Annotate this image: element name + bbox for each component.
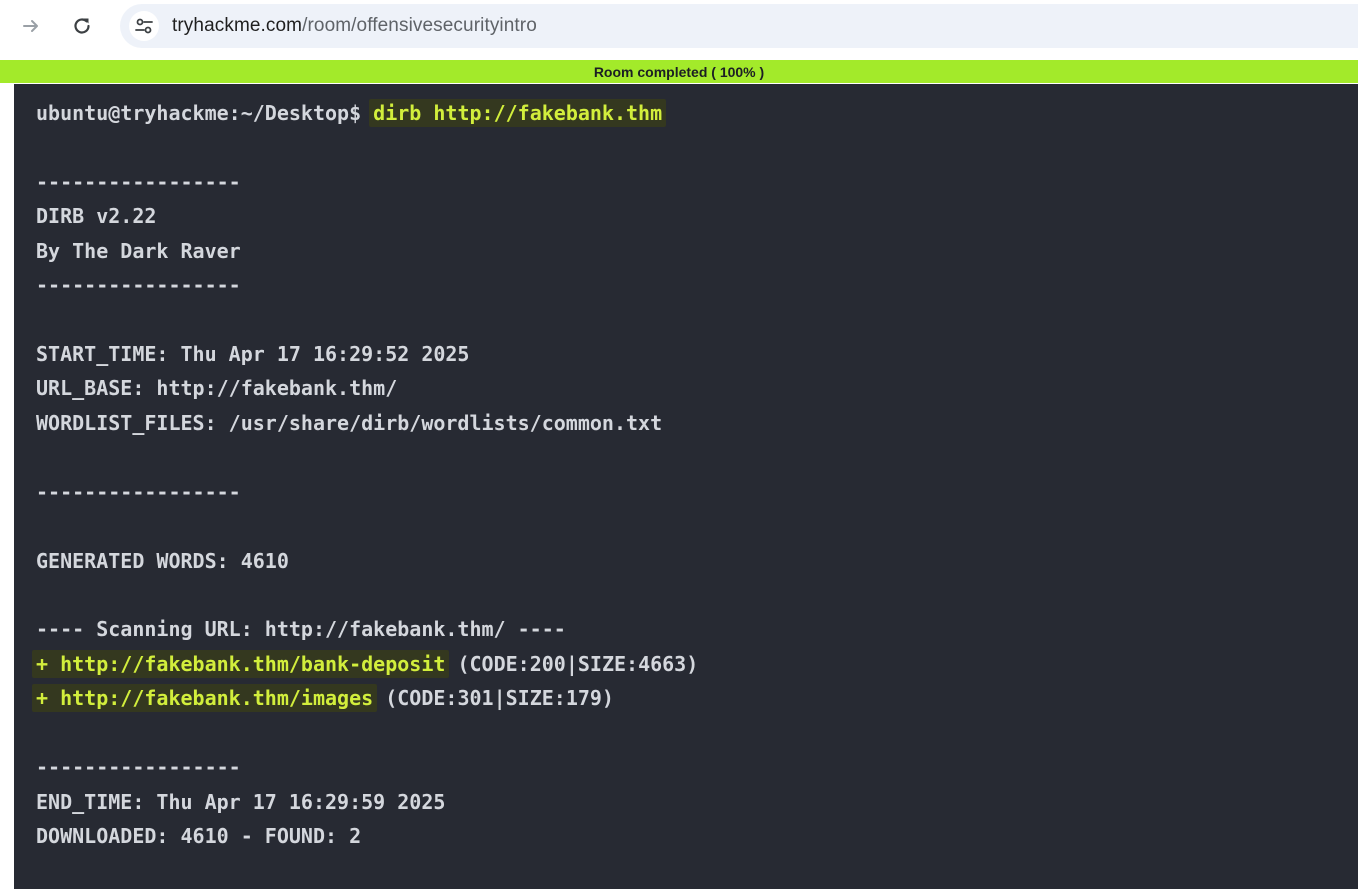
separator-line: ----------------- bbox=[36, 170, 241, 194]
result-info: (CODE:200|SIZE:4663) bbox=[445, 652, 699, 676]
separator-line: ----------------- bbox=[36, 273, 241, 297]
browser-toolbar: tryhackme.com/room/offensivesecurityintr… bbox=[0, 0, 1358, 56]
result-line: + http://fakebank.thm/images (CODE:301|S… bbox=[32, 684, 614, 712]
forward-button[interactable] bbox=[15, 10, 47, 42]
result-info: (CODE:301|SIZE:179) bbox=[373, 686, 614, 710]
url-text[interactable]: tryhackme.com/room/offensivesecurityintr… bbox=[172, 15, 537, 37]
wordlist-line: WORDLIST_FILES: /usr/share/dirb/wordlist… bbox=[36, 411, 663, 435]
result-url: + http://fakebank.thm/bank-deposit bbox=[32, 650, 450, 678]
generated-words-line: GENERATED WORDS: 4610 bbox=[36, 549, 289, 573]
terminal-output: ubuntu@tryhackme:~/Desktop$ dirb http://… bbox=[14, 84, 1358, 889]
downloaded-line: DOWNLOADED: 4610 - FOUND: 2 bbox=[36, 824, 362, 848]
terminal-prompt: ubuntu@tryhackme:~/Desktop$ bbox=[36, 101, 362, 125]
progress-label: Room completed ( 100% ) bbox=[593, 63, 765, 80]
arrow-right-icon bbox=[23, 20, 38, 32]
tune-icon bbox=[135, 18, 153, 34]
result-url: + http://fakebank.thm/images bbox=[32, 684, 378, 712]
command-line: ubuntu@tryhackme:~/Desktop$ dirb http://… bbox=[36, 99, 667, 127]
start-time-line: START_TIME: Thu Apr 17 16:29:52 2025 bbox=[36, 342, 470, 366]
reload-icon bbox=[74, 18, 90, 34]
separator-line: ----------------- bbox=[36, 480, 241, 504]
reload-button[interactable] bbox=[66, 10, 98, 42]
scanning-line: ---- Scanning URL: http://fakebank.thm/ … bbox=[36, 617, 566, 641]
url-path: /room/offensivesecurityintro bbox=[302, 15, 537, 36]
url-host: tryhackme.com bbox=[172, 15, 303, 36]
url-base-line: URL_BASE: http://fakebank.thm/ bbox=[36, 376, 398, 400]
address-bar[interactable]: tryhackme.com/room/offensivesecurityintr… bbox=[120, 4, 1358, 48]
site-info-button[interactable] bbox=[129, 11, 159, 41]
banner-name: DIRB v2.22 bbox=[36, 204, 157, 228]
end-time-line: END_TIME: Thu Apr 17 16:29:59 2025 bbox=[36, 790, 446, 814]
separator-line: ----------------- bbox=[36, 755, 241, 779]
banner-author: By The Dark Raver bbox=[36, 239, 241, 263]
room-progress-bar: Room completed ( 100% ) bbox=[0, 60, 1358, 83]
terminal-command: dirb http://fakebank.thm bbox=[369, 99, 667, 127]
result-line: + http://fakebank.thm/bank-deposit (CODE… bbox=[32, 650, 699, 678]
